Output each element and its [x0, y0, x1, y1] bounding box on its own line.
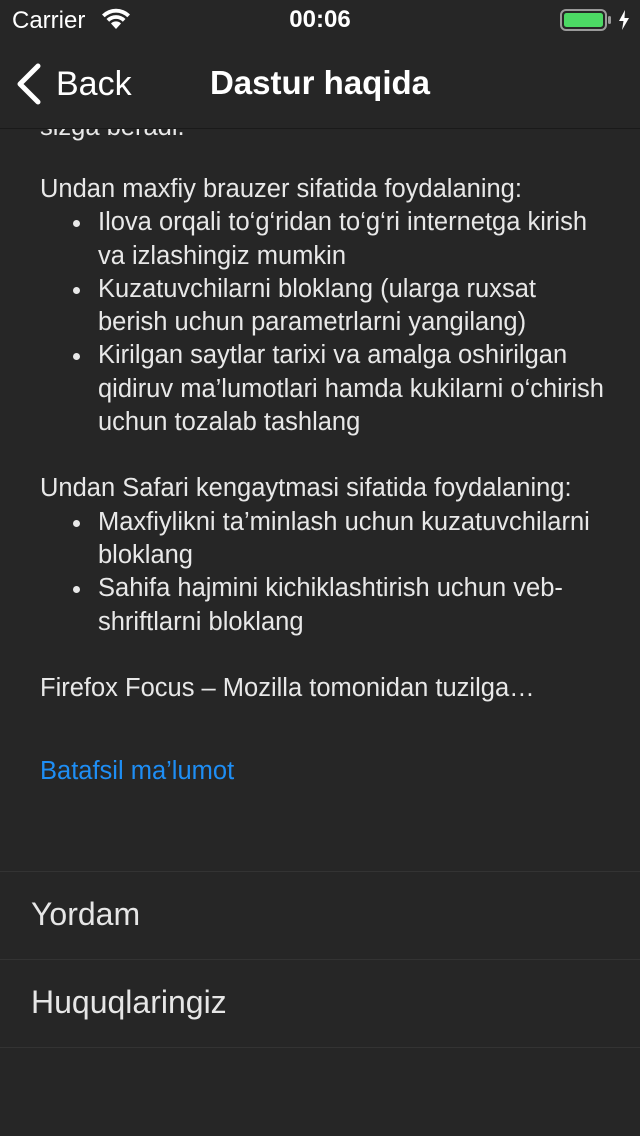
- battery-icon: [560, 9, 611, 31]
- feature-description: Undan maxfiy brauzer sifatida foydalanin…: [40, 173, 610, 705]
- about-content[interactable]: sizga beradi. Undan maxfiy brauzer sifat…: [0, 128, 640, 868]
- charging-bolt-icon: [619, 10, 629, 30]
- clock: 00:06: [289, 6, 351, 33]
- row-help[interactable]: Yordam: [0, 871, 640, 960]
- list-item: Maxfiylikni ta’minlash uchun kuzatuvchil…: [73, 506, 610, 573]
- list-item: Ilova orqali to‘g‘ridan to‘g‘ri internet…: [73, 206, 610, 273]
- row-your-rights-label: Huquqlaringiz: [31, 984, 227, 1020]
- list-item: Kuzatuvchilarni bloklang (ularga ruxsat …: [73, 273, 610, 340]
- divider: [0, 1047, 640, 1048]
- status-bar: Carrier 00:06: [0, 0, 640, 40]
- page-title: Dastur haqida: [209, 64, 431, 101]
- safari-extension-list: Maxfiylikni ta’minlash uchun kuzatuvchil…: [40, 506, 610, 639]
- private-browser-list: Ilova orqali to‘g‘ridan to‘g‘ri internet…: [40, 206, 610, 439]
- row-help-label: Yordam: [31, 896, 141, 932]
- section-heading-private-browser: Undan maxfiy brauzer sifatida foydalanin…: [40, 175, 522, 203]
- clipped-text-line: sizga beradi.: [40, 128, 185, 144]
- list-item: Sahifa hajmini kichiklashtirish uchun ve…: [73, 572, 610, 639]
- truncated-summary: Firefox Focus – Mozilla tomonidan tuzilg…: [40, 673, 535, 702]
- section-heading-safari-extension: Undan Safari kengaytmasi sifatida foydal…: [40, 474, 572, 503]
- row-your-rights[interactable]: Huquqlaringiz: [0, 959, 640, 1048]
- list-item: Kirilgan saytlar tarixi va amalga oshiri…: [73, 339, 610, 439]
- navigation-bar: Back Dastur haqida: [0, 40, 640, 129]
- learn-more-link[interactable]: Batafsil ma’lumot: [40, 757, 234, 786]
